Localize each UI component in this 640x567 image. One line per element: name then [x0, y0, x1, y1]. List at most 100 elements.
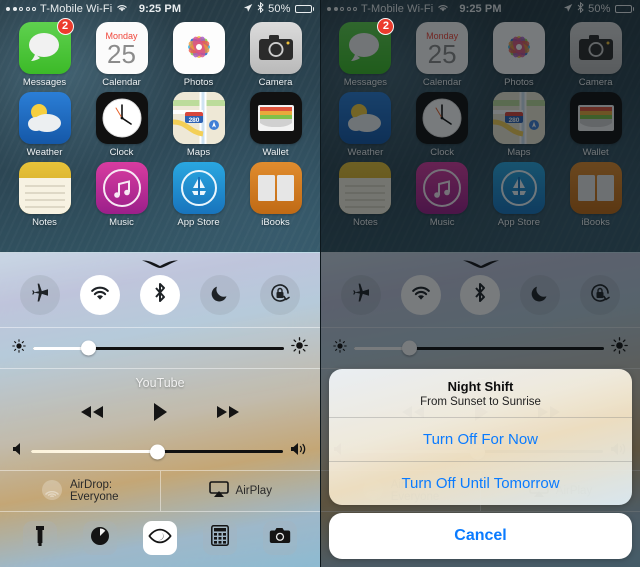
action-turn-off-until-tomorrow[interactable]: Turn Off Until Tomorrow — [329, 461, 632, 505]
control-center-left: YouTube AirDrop: Everyone AirPlay — [0, 252, 320, 567]
action-sheet-header: Night Shift From Sunset to Sunrise — [329, 369, 632, 417]
calculator-icon — [211, 525, 229, 551]
night-shift-action-sheet: Night Shift From Sunset to Sunrise Turn … — [321, 369, 640, 567]
messages-badge: 2 — [56, 18, 74, 35]
status-bar-right-group: 50% — [243, 1, 314, 16]
flashlight-icon — [35, 525, 45, 552]
airdrop-value: Everyone — [69, 491, 119, 503]
shortcut-calculator[interactable] — [203, 521, 237, 555]
bluetooth-icon — [153, 282, 167, 309]
app-app-store[interactable]: App Store — [168, 162, 230, 228]
transport-controls — [0, 392, 320, 433]
app-photos[interactable]: Photos — [168, 22, 230, 88]
airdrop-button[interactable]: AirDrop: Everyone — [0, 471, 161, 511]
airplane-icon — [30, 283, 50, 308]
app-messages[interactable]: 2 Messages — [14, 18, 76, 88]
camera-icon — [249, 22, 302, 74]
app-row-2: Weather Clock — [6, 92, 314, 158]
app-notes[interactable]: Notes — [14, 162, 76, 228]
shortcuts-row — [0, 512, 320, 567]
weather-icon — [18, 92, 71, 144]
night-shift-eye-icon — [148, 528, 172, 549]
volume-low-icon — [12, 442, 24, 461]
airdrop-airplay-row: AirDrop: Everyone AirPlay — [0, 471, 320, 511]
maps-icon: 280 — [172, 92, 225, 144]
status-bar-left-group: T-Mobile Wi-Fi — [6, 3, 128, 15]
airdrop-icon — [41, 479, 63, 504]
brightness-slider-track[interactable] — [33, 340, 284, 356]
app-label: Camera — [258, 77, 293, 88]
volume-slider-row[interactable] — [0, 433, 320, 470]
app-label: Clock — [109, 147, 134, 158]
action-sheet-subtitle: From Sunset to Sunrise — [420, 396, 541, 408]
brightness-high-icon — [291, 337, 308, 359]
shortcut-timer[interactable] — [83, 521, 117, 555]
chevron-handle-icon[interactable] — [0, 253, 320, 273]
volume-slider-knob[interactable] — [149, 444, 165, 459]
wifi-icon — [116, 3, 128, 15]
brightness-slider-row[interactable] — [0, 328, 320, 368]
ibooks-icon — [249, 162, 302, 214]
app-calendar[interactable]: Monday 25 Calendar — [91, 22, 153, 88]
shortcut-camera[interactable] — [263, 521, 297, 555]
app-camera[interactable]: Camera — [245, 22, 307, 88]
play-icon[interactable] — [151, 401, 169, 428]
app-label: App Store — [177, 217, 220, 228]
toggle-rotation-lock[interactable] — [260, 275, 300, 315]
app-label: Notes — [32, 217, 57, 228]
now-playing-title: YouTube — [135, 376, 185, 390]
app-store-icon — [172, 162, 225, 214]
toggle-airplane-mode[interactable] — [20, 275, 60, 315]
toggle-bluetooth[interactable] — [140, 275, 180, 315]
app-music[interactable]: Music — [91, 162, 153, 228]
shortcut-night-shift[interactable] — [143, 521, 177, 555]
app-label: Messages — [22, 77, 67, 88]
app-label: Music — [109, 217, 134, 228]
timer-icon — [90, 526, 110, 551]
camera-icon — [269, 527, 291, 549]
phone-screen-left: T-Mobile Wi-Fi 9:25 PM 50% 2 Messages Mo… — [0, 0, 320, 567]
app-weather[interactable]: Weather — [14, 92, 76, 158]
notes-icon — [18, 162, 71, 214]
action-sheet-card: Night Shift From Sunset to Sunrise Turn … — [329, 369, 632, 505]
svg-text:280: 280 — [188, 117, 199, 124]
quick-toggles-row — [0, 273, 320, 327]
app-maps[interactable]: 280 Maps — [168, 92, 230, 158]
brightness-slider-knob[interactable] — [80, 340, 96, 356]
calendar-day-number: 25 — [107, 39, 136, 69]
rewind-icon[interactable] — [77, 402, 107, 427]
rotation-lock-icon — [269, 282, 291, 309]
music-icon — [95, 162, 148, 214]
app-label: Maps — [186, 147, 211, 158]
status-bar-left: T-Mobile Wi-Fi 9:25 PM 50% — [0, 0, 320, 18]
battery-percent-label: 50% — [268, 3, 291, 15]
fast-forward-icon[interactable] — [213, 402, 243, 427]
airplay-icon — [208, 481, 229, 501]
volume-high-icon — [290, 442, 308, 461]
airplay-label: AirPlay — [235, 485, 272, 497]
moon-icon — [210, 283, 230, 308]
shortcut-flashlight[interactable] — [23, 521, 57, 555]
app-ibooks[interactable]: iBooks — [245, 162, 307, 228]
calendar-icon: Monday 25 — [95, 22, 148, 74]
app-clock[interactable]: Clock — [91, 92, 153, 158]
app-label: iBooks — [261, 217, 290, 228]
app-wallet[interactable]: Wallet — [245, 92, 307, 158]
app-label: Wallet — [262, 147, 289, 158]
volume-slider-track[interactable] — [31, 444, 283, 459]
action-turn-off-for-now[interactable]: Turn Off For Now — [329, 417, 632, 461]
home-screen-left: 2 Messages Monday 25 Calendar Photos Cam… — [0, 18, 320, 228]
airplay-button[interactable]: AirPlay — [161, 471, 321, 511]
airdrop-label-group: AirDrop: Everyone — [70, 479, 119, 504]
photos-icon — [172, 22, 225, 74]
location-arrow-icon — [243, 3, 253, 16]
app-row-1: 2 Messages Monday 25 Calendar — [6, 18, 314, 88]
bluetooth-icon — [257, 1, 264, 16]
toggle-do-not-disturb[interactable] — [200, 275, 240, 315]
wifi-icon — [89, 284, 111, 306]
airdrop-label: AirDrop: — [69, 478, 113, 491]
toggle-wifi[interactable] — [80, 275, 120, 315]
cancel-button[interactable]: Cancel — [329, 513, 632, 559]
phone-screen-right: T-Mobile Wi-Fi 9:25 PM 50% — [320, 0, 640, 567]
clock-icon — [95, 92, 148, 144]
